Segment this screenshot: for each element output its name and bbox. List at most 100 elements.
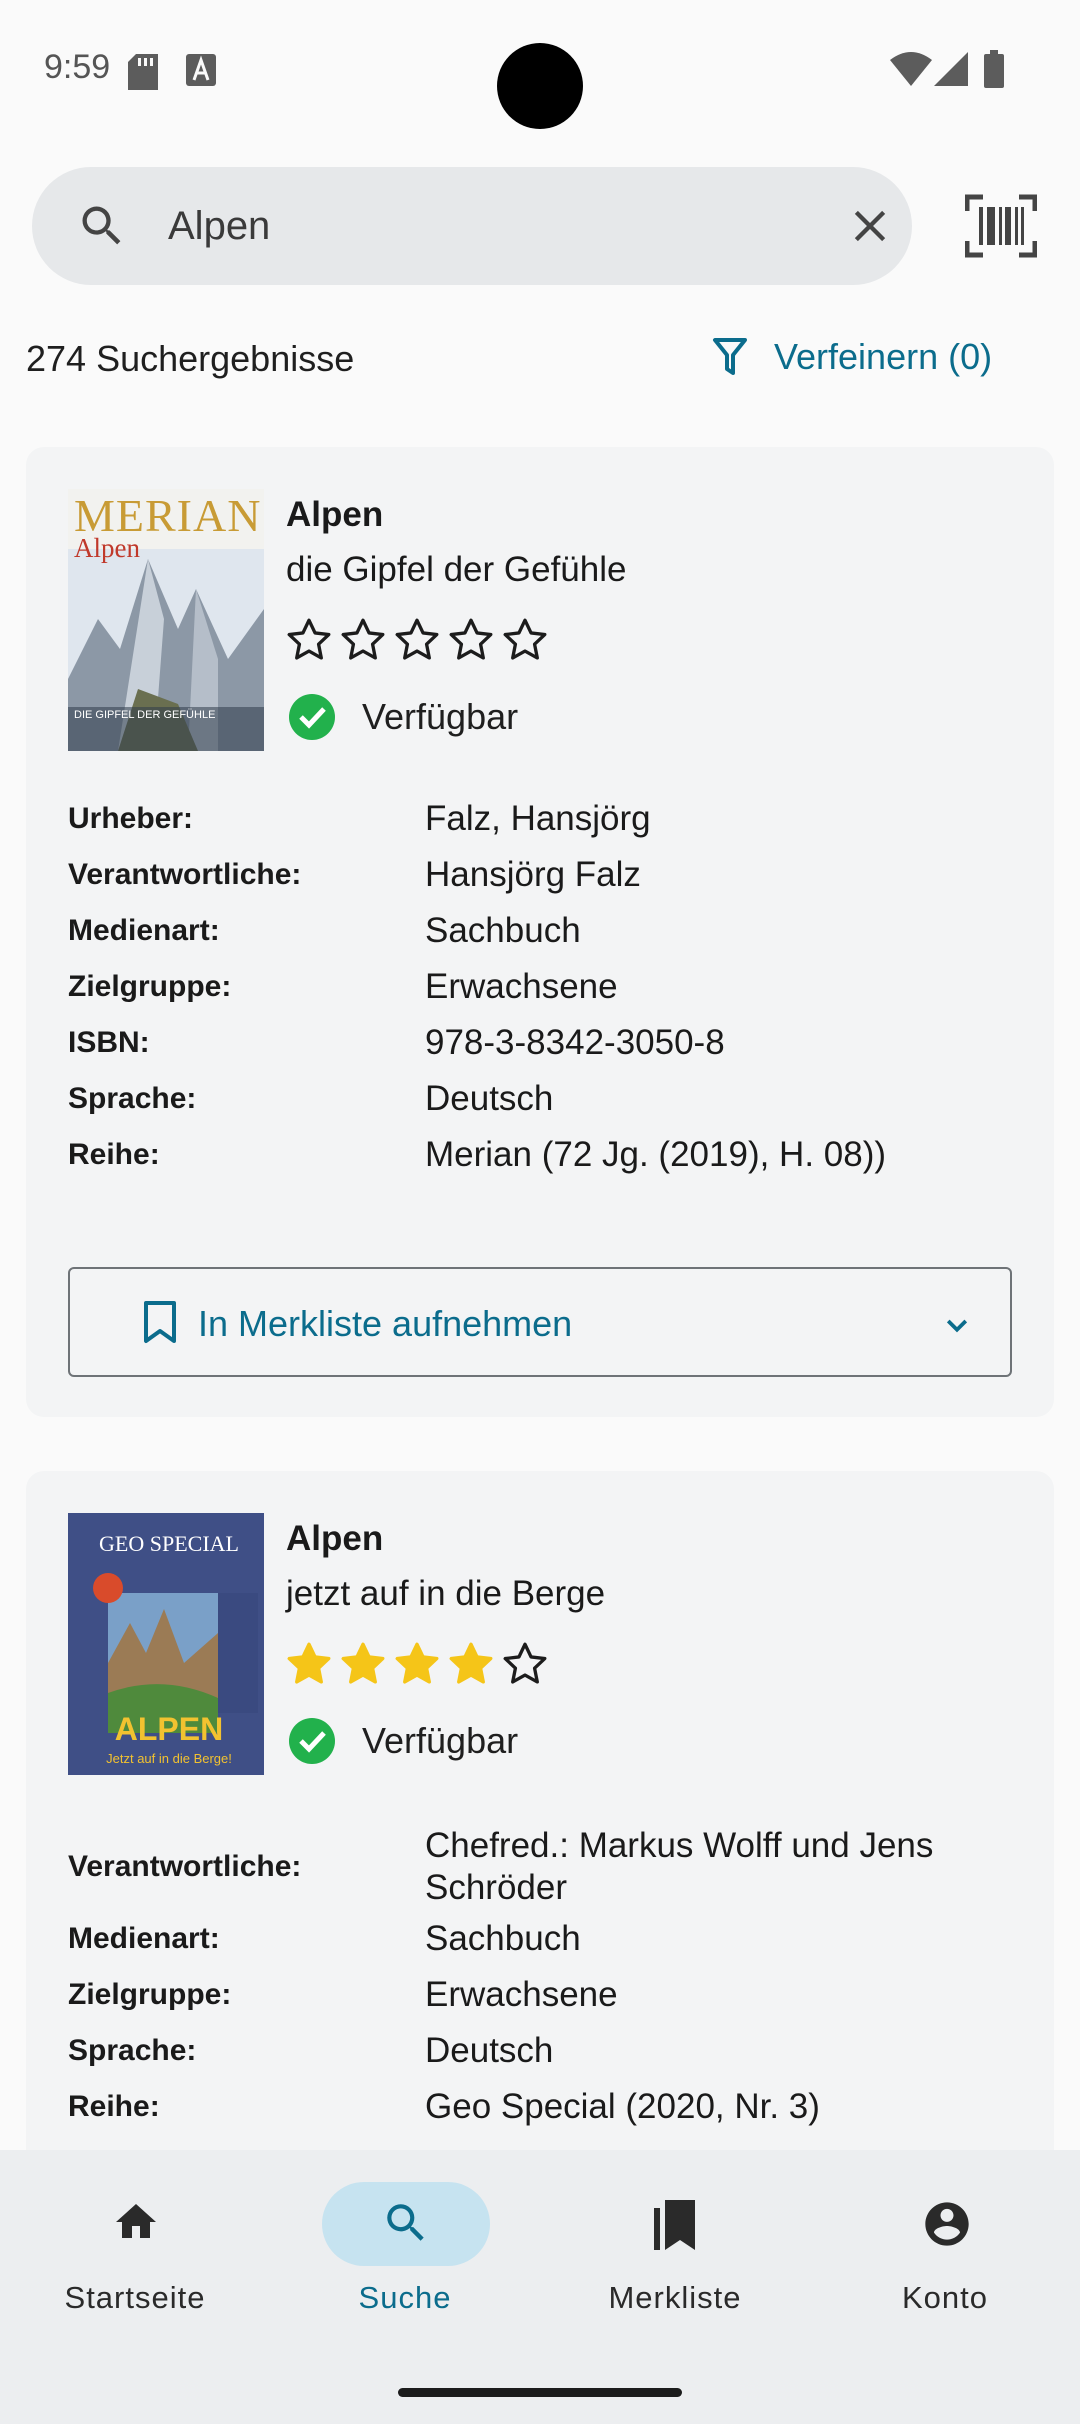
home-icon	[111, 2198, 161, 2251]
cover-subtitle: Alpen	[74, 533, 140, 563]
detail-value: Merian (72 Jg. (2019), H. 08))	[425, 1135, 887, 1174]
availability-status: Verfügbar	[288, 693, 518, 741]
status-time: 9:59	[44, 48, 111, 86]
nav-label: Merkliste	[608, 2280, 742, 2315]
detail-value: Deutsch	[425, 2031, 554, 2070]
check-circle-icon	[289, 1718, 335, 1764]
bottom-navigation: Startseite Suche Merkliste Konto	[0, 2150, 1080, 2424]
detail-value: Hansjörg Falz	[425, 855, 641, 894]
camera-cutout	[497, 43, 583, 129]
detail-row: Verantwortliche: Hansjörg Falz	[68, 847, 1028, 903]
rating-stars	[284, 615, 550, 665]
card-subtitle: die Gipfel der Gefühle	[286, 550, 627, 589]
star-empty-icon	[287, 618, 331, 660]
detail-row: Zielgruppe: Erwachsene	[68, 1967, 1028, 2023]
nav-label: Startseite	[64, 2280, 206, 2315]
refine-button[interactable]: Verfeinern (0)	[712, 332, 992, 382]
detail-value: Deutsch	[425, 1079, 554, 1118]
detail-label: Verantwortliche:	[68, 1850, 302, 1883]
card-subtitle: jetzt auf in die Berge	[286, 1574, 606, 1613]
detail-label: Reihe:	[68, 1138, 160, 1171]
detail-label: Verantwortliche:	[68, 858, 302, 891]
detail-row: Reihe: Merian (72 Jg. (2019), H. 08))	[68, 1127, 1028, 1183]
detail-row: Medienart: Sachbuch	[68, 1911, 1028, 1967]
account-icon	[921, 2198, 973, 2255]
detail-row: Sprache: Deutsch	[68, 1071, 1028, 1127]
filter-icon	[713, 338, 747, 375]
cover-tagline: Jetzt auf in die Berge!	[106, 1751, 232, 1766]
detail-label: Medienart:	[68, 914, 220, 947]
nav-label: Suche	[358, 2280, 452, 2315]
detail-label: Reihe:	[68, 2090, 160, 2123]
nav-item-konto[interactable]: Konto	[810, 2150, 1080, 2350]
detail-row: Verantwortliche: Chefred.: Markus Wolff u…	[68, 1823, 1028, 1911]
star-empty-icon	[503, 618, 547, 660]
barcode-scan-button[interactable]	[964, 193, 1038, 259]
detail-value: Chefred.: Markus Wolff und Jens Schröder	[425, 1826, 934, 1907]
nav-label: Konto	[901, 2280, 988, 2315]
detail-label: Zielgruppe:	[68, 1978, 232, 2011]
star-empty-icon	[341, 618, 385, 660]
bookmark-icon	[142, 1300, 178, 1353]
cover-title: GEO SPECIAL	[99, 1531, 239, 1556]
detail-row: Medienart: Sachbuch	[68, 903, 1028, 959]
star-filled-icon	[449, 1642, 493, 1684]
detail-label: ISBN:	[68, 1026, 150, 1059]
refine-label: Verfeinern (0)	[774, 336, 993, 377]
detail-label: Sprache:	[68, 2034, 197, 2067]
detail-row: ISBN: 978-3-8342-3050-8	[68, 1015, 1028, 1071]
home-indicator	[398, 2388, 682, 2397]
result-card[interactable]: MERIAN Alpen DIE GIPFEL DER GEFÜHLE Alpe…	[26, 447, 1054, 1417]
battery-icon	[984, 50, 1004, 93]
star-empty-icon	[395, 618, 439, 660]
detail-value: Erwachsene	[425, 1975, 618, 2014]
cover-tagline: DIE GIPFEL DER GEFÜHLE	[74, 709, 216, 721]
search-input[interactable]	[168, 191, 808, 261]
details-list: Urheber: Falz, Hansjörg Verantwortliche: H…	[68, 791, 1028, 1183]
detail-value: Falz, Hansjörg	[425, 799, 651, 838]
nav-item-suche[interactable]: Suche	[270, 2150, 540, 2350]
chevron-down-icon[interactable]	[942, 1308, 972, 1350]
star-filled-icon	[341, 1642, 385, 1684]
watchlist-label: In Merkliste aufnehmen	[198, 1303, 573, 1344]
status-bar: 9:59	[0, 0, 1080, 140]
star-filled-icon	[395, 1642, 439, 1684]
search-bar	[32, 167, 912, 285]
nav-item-merkliste[interactable]: Merkliste	[540, 2150, 810, 2350]
card-title: Alpen	[286, 495, 384, 534]
cover-subtitle: ALPEN	[114, 1711, 224, 1747]
check-circle-icon	[289, 694, 335, 740]
result-card[interactable]: GEO SPECIAL ALPEN Jetzt auf in die Berge…	[26, 1471, 1054, 2191]
star-empty-icon	[449, 618, 493, 660]
wifi-icon	[890, 52, 932, 91]
detail-row: Reihe: Geo Special (2020, Nr. 3)	[68, 2079, 1028, 2135]
star-filled-icon	[287, 1642, 331, 1684]
nav-item-startseite[interactable]: Startseite	[0, 2150, 270, 2350]
detail-value: Sachbuch	[425, 911, 581, 950]
detail-row: Urheber: Falz, Hansjörg	[68, 791, 1028, 847]
detail-value: Sachbuch	[425, 1919, 581, 1958]
detail-label: Medienart:	[68, 1922, 220, 1955]
search-icon	[76, 200, 128, 257]
results-count: 274 Suchergebnisse	[26, 338, 355, 379]
barcode-icon	[964, 194, 1038, 263]
clear-search-icon[interactable]	[844, 200, 896, 257]
card-title: Alpen	[286, 1519, 384, 1558]
detail-label: Sprache:	[68, 1082, 197, 1115]
detail-label: Zielgruppe:	[68, 970, 232, 1003]
detail-value: Erwachsene	[425, 967, 618, 1006]
detail-value: Geo Special (2020, Nr. 3)	[425, 2087, 820, 2126]
detail-row: Zielgruppe: Erwachsene	[68, 959, 1028, 1015]
font-icon	[186, 54, 216, 91]
detail-value: 978-3-8342-3050-8	[425, 1023, 725, 1062]
availability-status: Verfügbar	[288, 1717, 518, 1765]
details-list: Verantwortliche: Chefred.: Markus Wolff u…	[68, 1823, 1028, 2135]
search-icon	[381, 2198, 431, 2253]
star-empty-icon	[503, 1642, 547, 1684]
sd-card-icon	[128, 54, 158, 95]
bookmarks-icon	[651, 2198, 701, 2259]
signal-icon	[934, 52, 968, 91]
add-to-watchlist-button[interactable]: In Merkliste aufnehmen	[68, 1267, 1012, 1377]
detail-label: Urheber:	[68, 802, 194, 835]
availability-label: Verfügbar	[362, 696, 519, 737]
